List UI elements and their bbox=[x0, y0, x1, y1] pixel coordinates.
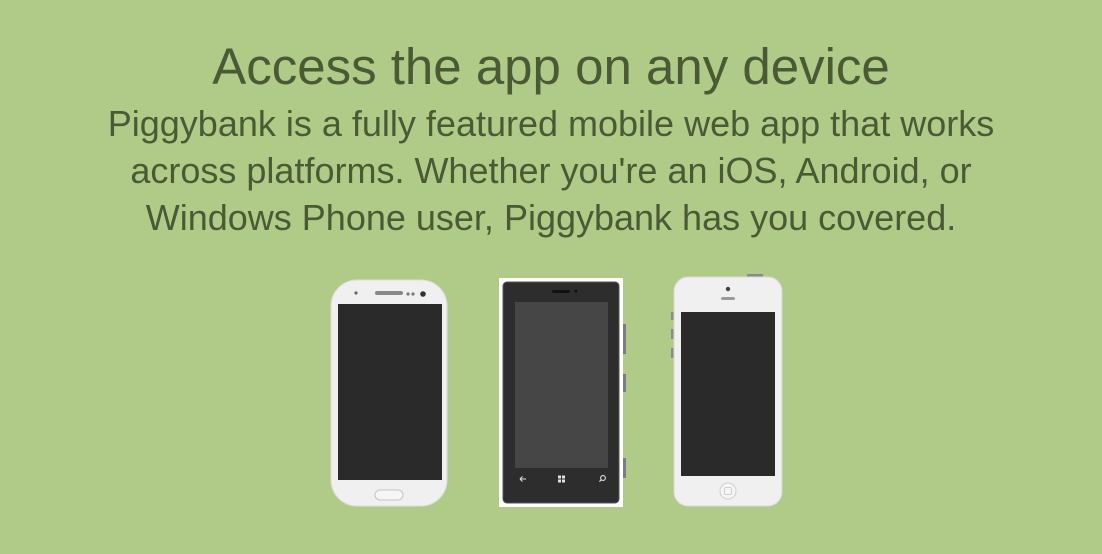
section-headline: Access the app on any device bbox=[212, 38, 890, 95]
windows-phone-icon bbox=[499, 278, 627, 508]
device-availability-section: Access the app on any device Piggybank i… bbox=[0, 0, 1102, 554]
section-description: Piggybank is a fully featured mobile web… bbox=[107, 103, 995, 238]
device-illustrations bbox=[0, 270, 1102, 520]
iphone-icon bbox=[671, 274, 785, 508]
android-phone-icon bbox=[329, 278, 449, 508]
